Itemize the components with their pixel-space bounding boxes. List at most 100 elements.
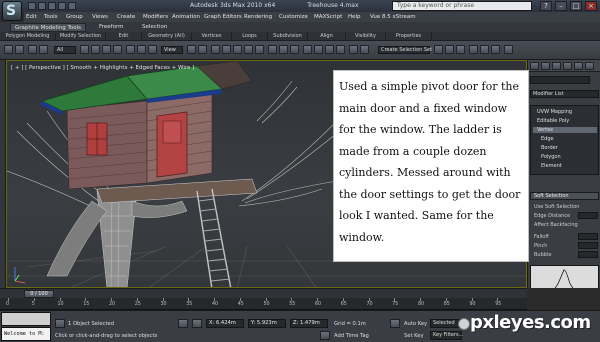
align-icon[interactable] [290, 45, 299, 54]
reference-coord-dropdown[interactable]: View [161, 46, 183, 54]
bubble-spinner[interactable] [578, 251, 598, 258]
vue-render-icon[interactable] [491, 45, 500, 54]
panel-edit[interactable]: Edit [106, 33, 142, 41]
pivot-center-icon[interactable] [187, 45, 196, 54]
window-crossing-icon[interactable] [113, 45, 122, 54]
stack-item-editable-poly[interactable]: Editable Poly [537, 118, 569, 124]
modifier-list-dropdown[interactable]: Modifier List [530, 90, 599, 98]
affect-backfacing-checkbox[interactable]: Affect Backfacing [534, 222, 578, 228]
redo-button[interactable] [15, 45, 24, 54]
menu-help[interactable]: Help [348, 14, 361, 20]
stack-item-vertex[interactable]: Vertex [533, 127, 597, 133]
script-icon[interactable] [504, 45, 513, 54]
edge-distance-spinner[interactable] [578, 212, 598, 219]
maxscript-mini-listener-top[interactable] [1, 312, 51, 326]
help-icon[interactable]: ? [540, 1, 552, 11]
display-tab-icon[interactable] [574, 62, 583, 70]
lock-selection-icon[interactable] [178, 319, 188, 328]
panel-visibility[interactable]: Visibility [346, 33, 386, 41]
tab-selection[interactable]: Selection [138, 23, 171, 32]
angle-snap-icon[interactable] [233, 45, 242, 54]
x-coordinate-field[interactable]: X: 6.424m [206, 319, 244, 328]
soft-selection-rollout[interactable]: Soft Selection [530, 192, 599, 200]
rect-selection-icon[interactable] [102, 45, 111, 54]
material-editor-icon[interactable] [349, 45, 358, 54]
maxscript-mini-listener[interactable]: Welcome to M: [1, 327, 51, 341]
render-setup-icon[interactable] [360, 45, 369, 54]
manipulate-icon[interactable] [198, 45, 207, 54]
menu-modifiers[interactable]: Modifiers [143, 14, 168, 20]
absolute-mode-icon[interactable] [192, 319, 202, 328]
menu-maxscript[interactable]: MAXScript [314, 14, 342, 20]
curve-editor-icon[interactable] [325, 45, 334, 54]
stack-item-edge[interactable]: Edge [541, 136, 554, 142]
time-tag-icon[interactable] [320, 331, 330, 340]
graphite-toggle-icon[interactable] [314, 45, 323, 54]
scale-icon[interactable] [148, 45, 157, 54]
key-filters-button[interactable]: Key Filters... [430, 331, 463, 340]
object-name-field[interactable] [530, 76, 590, 84]
select-by-name-icon[interactable] [91, 45, 100, 54]
render-production-icon[interactable] [445, 45, 454, 54]
rotate-icon[interactable] [137, 45, 146, 54]
tab-graphite-modeling-tools[interactable]: Graphite Modeling Tools [10, 23, 87, 32]
time-slider[interactable]: 0 / 100 [0, 288, 527, 298]
stack-item-element[interactable]: Element [541, 163, 562, 169]
menu-vue-xstream[interactable]: Vue 8.5 xStream [370, 14, 416, 20]
z-coordinate-field[interactable]: Z: 1.479m [290, 319, 328, 328]
utilities-tab-icon[interactable] [585, 62, 594, 70]
panel-geometry-all[interactable]: Geometry (All) [142, 33, 192, 41]
select-object-icon[interactable] [80, 45, 89, 54]
render-iterative-icon[interactable] [456, 45, 465, 54]
panel-properties[interactable]: Properties [386, 33, 432, 41]
minimize-button[interactable]: – [555, 1, 567, 11]
unlink-icon[interactable] [39, 45, 48, 54]
menu-graph-editors[interactable]: Graph Editors [204, 14, 242, 20]
mirror-icon[interactable] [279, 45, 288, 54]
set-key-button[interactable]: Set Key [404, 333, 424, 339]
search-input[interactable]: Type a keyword or phrase [392, 1, 532, 11]
use-soft-selection-checkbox[interactable]: Use Soft Selection [534, 204, 579, 210]
hierarchy-tab-icon[interactable] [552, 62, 561, 70]
snaps-toggle-icon[interactable] [222, 45, 231, 54]
edge-distance-checkbox[interactable]: Edge Distance [534, 213, 570, 219]
add-time-tag[interactable]: Add Time Tag [334, 333, 369, 339]
falloff-spinner[interactable] [578, 233, 598, 240]
create-tab-icon[interactable] [530, 62, 539, 70]
new-file-icon[interactable] [28, 2, 36, 10]
rendered-frame-window-icon[interactable] [434, 45, 443, 54]
close-button[interactable]: × [585, 1, 597, 11]
spinner-snap-icon[interactable] [255, 45, 264, 54]
maximize-button[interactable]: □ [570, 1, 582, 11]
track-bar[interactable]: 0 5 10 15 20 25 30 35 40 45 50 55 60 65 70 75 80 85 90 95 [0, 298, 527, 310]
auto-key-button[interactable]: Auto Key [404, 321, 427, 327]
open-file-icon[interactable] [38, 2, 46, 10]
menu-rendering[interactable]: Rendering [244, 14, 272, 20]
y-coordinate-field[interactable]: Y: 5.923m [248, 319, 286, 328]
undo-icon[interactable] [58, 2, 66, 10]
save-file-icon[interactable] [48, 2, 56, 10]
percent-snap-icon[interactable] [244, 45, 253, 54]
viewport-label[interactable]: [ + ] [ Perspective ] [ Smooth + Highlig… [11, 65, 194, 71]
time-slider-thumb[interactable]: 0 / 100 [24, 290, 54, 298]
menu-views[interactable]: Views [92, 14, 108, 20]
key-icon[interactable] [390, 319, 400, 328]
panel-align[interactable]: Align [308, 33, 346, 41]
stack-item-polygon[interactable]: Polygon [541, 154, 561, 160]
panel-vertices[interactable]: Vertices [192, 33, 232, 41]
effects-icon[interactable] [480, 45, 489, 54]
menu-animation[interactable]: Animation [172, 14, 200, 20]
selection-filter-dropdown[interactable]: All [54, 46, 76, 54]
named-selection-set-dropdown[interactable]: Create Selection Set [378, 46, 432, 54]
menu-create[interactable]: Create [117, 14, 135, 20]
stack-item-border[interactable]: Border [541, 145, 558, 151]
menu-customize[interactable]: Customize [279, 14, 308, 20]
panel-loops[interactable]: Loops [232, 33, 268, 41]
environment-icon[interactable] [469, 45, 478, 54]
pinch-spinner[interactable] [578, 242, 598, 249]
panel-modify-selection[interactable]: Modify Selection [56, 33, 106, 41]
schematic-view-icon[interactable] [336, 45, 345, 54]
redo-icon[interactable] [68, 2, 76, 10]
menu-tools[interactable]: Tools [44, 14, 58, 20]
tab-freeform[interactable]: Freeform [95, 23, 128, 32]
